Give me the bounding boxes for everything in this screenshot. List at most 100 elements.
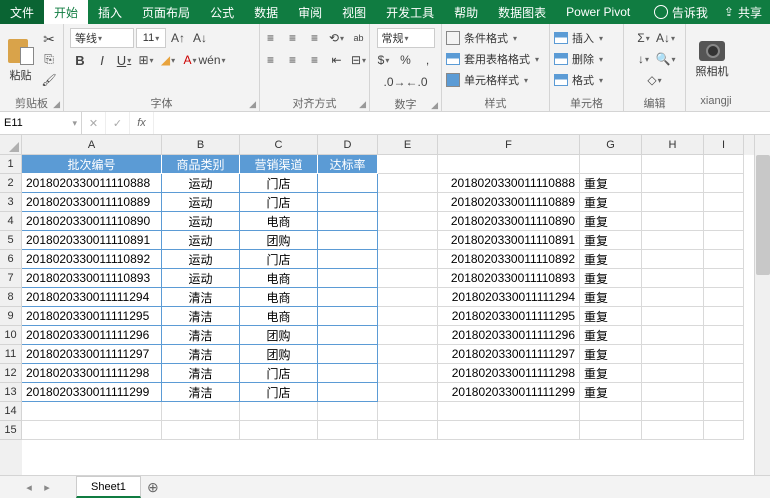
cell-G5[interactable]: 重复	[580, 231, 642, 250]
cell-D8[interactable]	[318, 288, 378, 307]
row-header-9[interactable]: 9	[0, 307, 22, 326]
cell-B10[interactable]: 清洁	[162, 326, 240, 345]
cancel-formula-button[interactable]: ✕	[82, 112, 106, 134]
cell-E3[interactable]	[378, 193, 438, 212]
cell-A8[interactable]: 2018020330011111294	[22, 288, 162, 307]
cell-F4[interactable]: 2018020330011110890	[438, 212, 580, 231]
comma-button[interactable]: ,	[418, 50, 438, 70]
expand-icon[interactable]: ◢	[431, 100, 438, 111]
cell-style-button[interactable]: 单元格样式	[446, 70, 528, 90]
cell-H15[interactable]	[642, 421, 704, 440]
row-header-6[interactable]: 6	[0, 250, 22, 269]
cell-E9[interactable]	[378, 307, 438, 326]
cell-E13[interactable]	[378, 383, 438, 402]
merge-button[interactable]: ⊟	[349, 50, 369, 70]
cell-B12[interactable]: 清洁	[162, 364, 240, 383]
cell-E15[interactable]	[378, 421, 438, 440]
formula-input[interactable]	[154, 112, 770, 134]
cell-I14[interactable]	[704, 402, 744, 421]
fx-button[interactable]: fx	[130, 112, 154, 134]
cell-F7[interactable]: 2018020330011110893	[438, 269, 580, 288]
cell-E4[interactable]	[378, 212, 438, 231]
cell-C6[interactable]: 门店	[240, 250, 318, 269]
cell-I5[interactable]	[704, 231, 744, 250]
camera-button[interactable]: 照相机	[690, 27, 734, 93]
tab-powerpivot[interactable]: Power Pivot	[556, 0, 640, 24]
tab-data[interactable]: 数据	[244, 0, 288, 24]
cell-F12[interactable]: 2018020330011111298	[438, 364, 580, 383]
font-name-select[interactable]: 等线	[70, 28, 134, 48]
cell-A3[interactable]: 2018020330011110889	[22, 193, 162, 212]
cell-E5[interactable]	[378, 231, 438, 250]
number-format-select[interactable]: 常规	[377, 28, 435, 48]
delete-cells-button[interactable]: 删除	[554, 49, 603, 69]
cell-H5[interactable]	[642, 231, 704, 250]
font-size-select[interactable]: 11	[136, 28, 166, 48]
cell-F10[interactable]: 2018020330011111296	[438, 326, 580, 345]
expand-icon[interactable]: ◢	[53, 99, 60, 110]
cell-D10[interactable]	[318, 326, 378, 345]
fill-button[interactable]: ↓	[634, 49, 654, 69]
insert-cells-button[interactable]: 插入	[554, 28, 603, 48]
cell-G4[interactable]: 重复	[580, 212, 642, 231]
cell-I8[interactable]	[704, 288, 744, 307]
cell-F3[interactable]: 2018020330011110889	[438, 193, 580, 212]
paste-button[interactable]: 粘贴	[4, 27, 37, 93]
cell-B4[interactable]: 运动	[162, 212, 240, 231]
cell-E8[interactable]	[378, 288, 438, 307]
cell-F6[interactable]: 2018020330011110892	[438, 250, 580, 269]
prev-sheet-button[interactable]: ◂	[20, 481, 38, 494]
border-button[interactable]: ⊞	[136, 50, 156, 70]
cell-B2[interactable]: 运动	[162, 174, 240, 193]
col-header-C[interactable]: C	[240, 135, 318, 155]
cell-G6[interactable]: 重复	[580, 250, 642, 269]
cell-G15[interactable]	[580, 421, 642, 440]
cell-B13[interactable]: 清洁	[162, 383, 240, 402]
cell-E1[interactable]	[378, 155, 438, 174]
cell-I3[interactable]	[704, 193, 744, 212]
cell-A4[interactable]: 2018020330011110890	[22, 212, 162, 231]
col-header-B[interactable]: B	[162, 135, 240, 155]
cell-H9[interactable]	[642, 307, 704, 326]
format-cells-button[interactable]: 格式	[554, 70, 603, 90]
cell-C4[interactable]: 电商	[240, 212, 318, 231]
cell-G8[interactable]: 重复	[580, 288, 642, 307]
cell-F15[interactable]	[438, 421, 580, 440]
cell-H2[interactable]	[642, 174, 704, 193]
tab-datachart[interactable]: 数据图表	[488, 0, 556, 24]
align-bottom-button[interactable]: ≡	[305, 28, 325, 48]
align-top-button[interactable]: ≡	[261, 28, 281, 48]
cell-D6[interactable]	[318, 250, 378, 269]
autosum-button[interactable]: Σ	[634, 28, 654, 48]
cell-D3[interactable]	[318, 193, 378, 212]
fill-color-button[interactable]: ◢	[158, 50, 178, 70]
cell-C9[interactable]: 电商	[240, 307, 318, 326]
cell-A7[interactable]: 2018020330011110893	[22, 269, 162, 288]
currency-button[interactable]: $	[374, 50, 394, 70]
cell-I11[interactable]	[704, 345, 744, 364]
cell-A10[interactable]: 2018020330011111296	[22, 326, 162, 345]
tab-insert[interactable]: 插入	[88, 0, 132, 24]
cell-D4[interactable]	[318, 212, 378, 231]
row-header-7[interactable]: 7	[0, 269, 22, 288]
cell-A5[interactable]: 2018020330011110891	[22, 231, 162, 250]
cell-F5[interactable]: 2018020330011110891	[438, 231, 580, 250]
cell-H13[interactable]	[642, 383, 704, 402]
sheet-tab-1[interactable]: Sheet1	[76, 476, 141, 498]
decrease-font-button[interactable]: A↓	[190, 28, 210, 48]
row-header-13[interactable]: 13	[0, 383, 22, 402]
cell-H3[interactable]	[642, 193, 704, 212]
tellme[interactable]: 告诉我	[646, 0, 716, 24]
cell-C8[interactable]: 电商	[240, 288, 318, 307]
cell-D13[interactable]	[318, 383, 378, 402]
cell-A15[interactable]	[22, 421, 162, 440]
cell-F2[interactable]: 2018020330011110888	[438, 174, 580, 193]
col-header-D[interactable]: D	[318, 135, 378, 155]
cell-H8[interactable]	[642, 288, 704, 307]
row-header-11[interactable]: 11	[0, 345, 22, 364]
row-header-8[interactable]: 8	[0, 288, 22, 307]
confirm-formula-button[interactable]: ✓	[106, 112, 130, 134]
row-header-2[interactable]: 2	[0, 174, 22, 193]
cell-F11[interactable]: 2018020330011111297	[438, 345, 580, 364]
col-header-G[interactable]: G	[580, 135, 642, 155]
